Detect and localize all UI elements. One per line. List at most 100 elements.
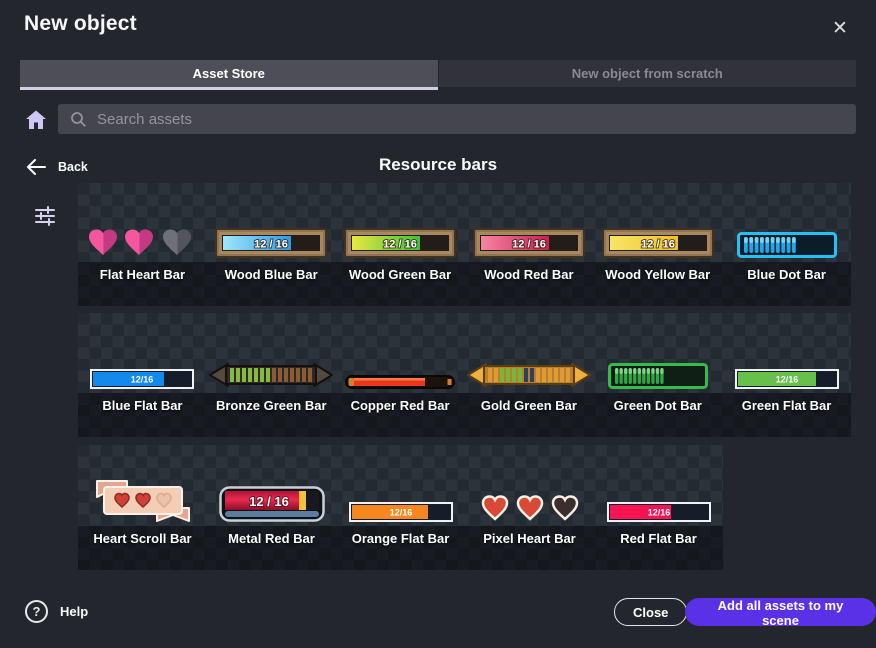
asset-label: Wood Red Bar bbox=[484, 267, 573, 306]
asset-caption-strip: Copper Red Bar bbox=[336, 393, 465, 437]
tab-bar: Asset Store New object from scratch bbox=[20, 60, 856, 90]
asset-tile-green-dot-bar[interactable]: Green Dot Bar bbox=[593, 313, 722, 437]
asset-preview: 12/16 bbox=[722, 313, 851, 393]
tab-asset-store[interactable]: Asset Store bbox=[20, 60, 438, 87]
asset-caption-strip: Wood Blue Bar bbox=[207, 262, 336, 306]
asset-caption-strip: Pixel Heart Bar bbox=[465, 526, 594, 570]
asset-tile-blue-dot-bar[interactable]: Blue Dot Bar bbox=[722, 183, 851, 306]
asset-caption-strip: Metal Red Bar bbox=[207, 526, 336, 570]
tab-asset-store-label: Asset Store bbox=[193, 66, 265, 81]
asset-preview: 12 / 16 bbox=[464, 183, 593, 262]
asset-tile-bronze-green-bar[interactable]: Bronze Green Bar bbox=[207, 313, 336, 437]
help-icon: ? bbox=[25, 600, 48, 623]
asset-caption-strip: Green Flat Bar bbox=[722, 393, 851, 437]
active-tab-underline bbox=[20, 87, 438, 90]
asset-label: Pixel Heart Bar bbox=[483, 531, 576, 570]
search-input-wrap[interactable] bbox=[58, 104, 856, 134]
svg-text:12 / 16: 12 / 16 bbox=[641, 239, 675, 251]
new-object-dialog: New object ✕ Asset Store New object from… bbox=[0, 0, 876, 648]
category-heading: Resource bars bbox=[0, 155, 876, 175]
asset-row: Heart Scroll Bar 12 / 16 Metal Red Bar 12… bbox=[78, 445, 723, 570]
asset-label: Metal Red Bar bbox=[228, 531, 315, 570]
asset-tile-orange-flat-bar[interactable]: 12/16 Orange Flat Bar bbox=[336, 445, 465, 570]
asset-label: Red Flat Bar bbox=[620, 531, 697, 570]
asset-caption-strip: Blue Dot Bar bbox=[722, 262, 851, 306]
tab-new-object-from-scratch[interactable]: New object from scratch bbox=[439, 60, 857, 87]
asset-caption-strip: Wood Yellow Bar bbox=[593, 262, 722, 306]
svg-text:12 / 16: 12 / 16 bbox=[512, 239, 546, 251]
asset-caption-strip: Orange Flat Bar bbox=[336, 526, 465, 570]
asset-label: Blue Flat Bar bbox=[102, 398, 182, 437]
asset-preview bbox=[207, 313, 336, 393]
asset-preview bbox=[336, 313, 465, 393]
asset-label: Copper Red Bar bbox=[351, 398, 450, 437]
asset-caption-strip: Wood Red Bar bbox=[464, 262, 593, 306]
asset-label: Green Dot Bar bbox=[614, 398, 702, 437]
asset-preview: 12 / 16 bbox=[593, 183, 722, 262]
asset-tile-green-flat-bar[interactable]: 12/16 Green Flat Bar bbox=[722, 313, 851, 437]
asset-caption-strip: Bronze Green Bar bbox=[207, 393, 336, 437]
asset-label: Green Flat Bar bbox=[742, 398, 832, 437]
asset-tile-gold-green-bar[interactable]: Gold Green Bar bbox=[464, 313, 593, 437]
asset-preview bbox=[78, 183, 207, 262]
search-icon bbox=[70, 111, 87, 128]
asset-preview: 12 / 16 bbox=[207, 445, 336, 526]
close-icon[interactable]: ✕ bbox=[828, 16, 852, 40]
dialog-title: New object bbox=[24, 12, 137, 36]
home-button[interactable] bbox=[22, 106, 50, 133]
asset-preview: 12 / 16 bbox=[207, 183, 336, 262]
asset-tile-red-flat-bar[interactable]: 12/16 Red Flat Bar bbox=[594, 445, 723, 570]
asset-caption-strip: Gold Green Bar bbox=[464, 393, 593, 437]
svg-text:12 / 16: 12 / 16 bbox=[249, 494, 289, 509]
asset-tile-copper-red-bar[interactable]: Copper Red Bar bbox=[336, 313, 465, 437]
asset-tile-flat-heart-bar[interactable]: Flat Heart Bar bbox=[78, 183, 207, 306]
asset-preview bbox=[722, 183, 851, 262]
asset-label: Wood Blue Bar bbox=[225, 267, 318, 306]
asset-row: 12/16 Blue Flat Bar Bronze Green Bar Copp… bbox=[78, 313, 851, 437]
asset-preview: 12/16 bbox=[594, 445, 723, 526]
filter-button[interactable] bbox=[32, 203, 58, 229]
asset-preview: 12/16 bbox=[78, 313, 207, 393]
svg-text:12/16: 12/16 bbox=[131, 375, 154, 385]
asset-label: Orange Flat Bar bbox=[352, 531, 450, 570]
search-input[interactable] bbox=[97, 111, 697, 128]
asset-preview bbox=[78, 445, 207, 526]
asset-tile-wood-green-bar[interactable]: 12 / 16 Wood Green Bar bbox=[336, 183, 465, 306]
asset-tile-pixel-heart-bar[interactable]: Pixel Heart Bar bbox=[465, 445, 594, 570]
add-all-assets-button[interactable]: Add all assets to my scene bbox=[685, 598, 876, 626]
asset-caption-strip: Heart Scroll Bar bbox=[78, 526, 207, 570]
asset-caption-strip: Red Flat Bar bbox=[594, 526, 723, 570]
asset-tile-wood-yellow-bar[interactable]: 12 / 16 Wood Yellow Bar bbox=[593, 183, 722, 306]
help-button[interactable]: ? Help bbox=[25, 600, 88, 623]
asset-label: Gold Green Bar bbox=[481, 398, 577, 437]
asset-caption-strip: Flat Heart Bar bbox=[78, 262, 207, 306]
asset-caption-strip: Blue Flat Bar bbox=[78, 393, 207, 437]
asset-label: Bronze Green Bar bbox=[216, 398, 327, 437]
asset-label: Wood Green Bar bbox=[349, 267, 451, 306]
asset-tile-blue-flat-bar[interactable]: 12/16 Blue Flat Bar bbox=[78, 313, 207, 437]
asset-tile-heart-scroll-bar[interactable]: Heart Scroll Bar bbox=[78, 445, 207, 570]
asset-tile-wood-blue-bar[interactable]: 12 / 16 Wood Blue Bar bbox=[207, 183, 336, 306]
svg-text:12/16: 12/16 bbox=[647, 508, 670, 518]
home-icon bbox=[24, 108, 48, 132]
asset-caption-strip: Wood Green Bar bbox=[336, 262, 465, 306]
asset-label: Wood Yellow Bar bbox=[605, 267, 710, 306]
svg-text:12 / 16: 12 / 16 bbox=[254, 239, 288, 251]
svg-text:12 / 16: 12 / 16 bbox=[383, 239, 417, 251]
svg-text:12/16: 12/16 bbox=[389, 508, 412, 518]
asset-tile-metal-red-bar[interactable]: 12 / 16 Metal Red Bar bbox=[207, 445, 336, 570]
close-button[interactable]: Close bbox=[614, 598, 687, 626]
asset-preview bbox=[465, 445, 594, 526]
tab-new-object-from-scratch-label: New object from scratch bbox=[572, 66, 723, 81]
asset-preview: 12 / 16 bbox=[336, 183, 465, 262]
asset-caption-strip: Green Dot Bar bbox=[593, 393, 722, 437]
asset-tile-wood-red-bar[interactable]: 12 / 16 Wood Red Bar bbox=[464, 183, 593, 306]
help-label: Help bbox=[60, 604, 88, 619]
asset-label: Heart Scroll Bar bbox=[93, 531, 191, 570]
asset-label: Blue Dot Bar bbox=[747, 267, 826, 306]
asset-row: Flat Heart Bar 12 / 16 Wood Blue Bar 12 /… bbox=[78, 183, 851, 306]
asset-preview bbox=[593, 313, 722, 393]
asset-label: Flat Heart Bar bbox=[100, 267, 185, 306]
asset-preview bbox=[464, 313, 593, 393]
svg-text:12/16: 12/16 bbox=[775, 375, 798, 385]
